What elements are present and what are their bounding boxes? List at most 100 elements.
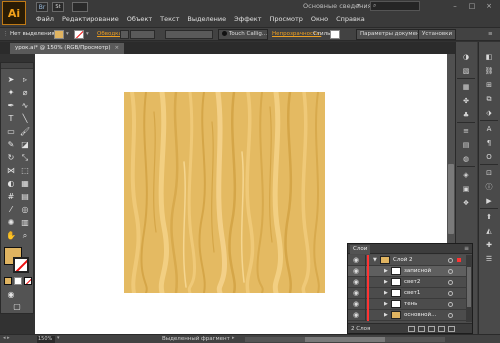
magic-wand-tool-icon[interactable]: ✦ [5, 88, 17, 98]
target-circle-icon[interactable] [448, 280, 453, 285]
eyedropper-tool-icon[interactable]: ⁄ [5, 205, 17, 215]
chevron-down-icon[interactable]: ▾ [86, 30, 89, 39]
layer-row[interactable]: ◉ ▶ записной [348, 266, 466, 277]
status-arrows-icon[interactable]: ◂ ▸ [3, 335, 10, 341]
workspace-switcher[interactable]: Основные сведения [303, 2, 371, 10]
curvature-tool-icon[interactable]: ∿ [19, 101, 31, 111]
hand-tool-icon[interactable]: ✋ [5, 231, 17, 241]
image-trace-icon[interactable]: ◭ [483, 226, 495, 236]
chevron-down-icon[interactable]: ▾ [66, 30, 69, 39]
asset-export-icon[interactable]: ⬆ [483, 212, 495, 222]
artboards-panel-icon[interactable]: ◧ [483, 52, 495, 62]
layer-name[interactable]: тень [404, 299, 417, 310]
layer-name[interactable]: записной [404, 266, 431, 277]
menu-type[interactable]: Текст [156, 14, 183, 25]
symbol-sprayer-tool-icon[interactable]: ✺ [5, 218, 17, 228]
clipping-mask-icon[interactable] [418, 326, 425, 332]
new-sublayer-icon[interactable] [428, 326, 435, 332]
stroke-swatch[interactable] [13, 257, 29, 273]
selection-indicator[interactable] [457, 258, 461, 262]
pathfinder-panel-icon[interactable]: ⧉ [483, 94, 495, 104]
wood-texture-artwork[interactable] [124, 92, 325, 293]
target-circle-icon[interactable] [448, 291, 453, 296]
minimize-button[interactable]: – [448, 2, 462, 11]
menu-edit[interactable]: Редактирование [58, 14, 123, 25]
panel-grip[interactable] [1, 63, 33, 69]
character-panel-icon[interactable]: A [483, 124, 495, 134]
status-current-tool[interactable]: Выделенный фрагмент [162, 336, 230, 343]
rotate-tool-icon[interactable]: ↻ [5, 153, 17, 163]
brush-definition-dropdown[interactable]: Touch Callig... [218, 29, 268, 40]
stroke-weight-stepper[interactable] [120, 30, 129, 39]
visibility-eye-icon[interactable]: ◉ [353, 300, 359, 309]
visibility-eye-icon[interactable]: ◉ [353, 278, 359, 287]
expand-triangle-icon[interactable]: ▶ [384, 299, 388, 310]
type-tool-icon[interactable]: T [5, 114, 17, 124]
panel-menu-icon[interactable]: ≡ [464, 244, 469, 254]
visibility-eye-icon[interactable]: ◉ [353, 256, 359, 265]
width-tool-icon[interactable]: ⋈ [5, 166, 17, 176]
lasso-tool-icon[interactable]: ⌀ [19, 88, 31, 98]
scale-tool-icon[interactable]: ⤡ [19, 153, 31, 163]
layer-row[interactable]: ◉ ▶ свет2 [348, 277, 466, 288]
perspective-grid-tool-icon[interactable]: ▦ [19, 179, 31, 189]
eraser-tool-icon[interactable]: ◪ [19, 140, 31, 150]
layer-row[interactable]: ◉ ▶ тень [348, 299, 466, 310]
mesh-tool-icon[interactable]: # [5, 192, 17, 202]
target-circle-icon[interactable] [448, 302, 453, 307]
preferences-button[interactable]: Установки [418, 29, 457, 40]
color-panel-icon[interactable]: ◑ [460, 52, 472, 62]
scrollbar-thumb[interactable] [448, 164, 454, 234]
stroke-color-swatch[interactable] [74, 30, 84, 39]
target-circle-icon[interactable] [448, 269, 453, 274]
actions-panel-icon[interactable]: ▶ [483, 196, 495, 206]
css-properties-icon[interactable]: ✚ [483, 240, 495, 250]
chevron-down-icon[interactable]: ▾ [57, 335, 60, 341]
expand-triangle-icon[interactable]: ▶ [384, 310, 388, 321]
pen-tool-icon[interactable]: ✒ [5, 101, 17, 111]
zoom-tool-icon[interactable]: ⌕ [19, 231, 31, 241]
layers-panel-icon[interactable]: ❖ [460, 198, 472, 208]
menu-select[interactable]: Выделение [183, 14, 230, 25]
maximize-button[interactable]: □ [465, 2, 479, 11]
menu-file[interactable]: Файл [32, 14, 58, 25]
chevron-down-icon[interactable]: ▾ [357, 2, 360, 9]
horizontal-scrollbar[interactable] [245, 337, 445, 342]
search-input[interactable]: ⌕ [370, 1, 420, 11]
stack-layers-icon[interactable]: ☰ [483, 254, 495, 264]
arrange-documents-icon[interactable] [72, 2, 88, 12]
links-panel-icon[interactable]: ⛓ [483, 66, 495, 76]
menu-effect[interactable]: Эффект [230, 14, 265, 25]
direct-selection-tool-icon[interactable]: ▹ [19, 75, 31, 85]
shape-builder-tool-icon[interactable]: ◐ [5, 179, 17, 189]
color-mode-icon[interactable] [4, 277, 12, 285]
pencil-tool-icon[interactable]: ✎ [5, 140, 17, 150]
layers-tab[interactable]: Слои [350, 245, 371, 254]
column-graph-tool-icon[interactable]: ▥ [19, 218, 31, 228]
paragraph-panel-icon[interactable]: ¶ [483, 138, 495, 148]
navigator-panel-icon[interactable]: ⊡ [483, 168, 495, 178]
layer-name[interactable]: Слой 2 [393, 255, 413, 266]
free-transform-tool-icon[interactable]: ⬚ [19, 166, 31, 176]
paintbrush-tool-icon[interactable]: 🖌 [19, 127, 31, 137]
delete-layer-icon[interactable] [448, 326, 455, 332]
gradient-mode-icon[interactable] [14, 277, 22, 285]
expand-triangle-icon[interactable]: ▶ [384, 288, 388, 299]
menu-window[interactable]: Окно [307, 14, 332, 25]
stroke-panel-icon[interactable]: ≡ [460, 126, 472, 136]
menu-icon[interactable]: ≡ [488, 30, 493, 39]
expand-triangle-icon[interactable]: ▼ [373, 255, 377, 266]
close-window-button[interactable]: × [482, 2, 496, 11]
zoom-level-field[interactable]: 150% [37, 336, 55, 343]
visibility-eye-icon[interactable]: ◉ [353, 289, 359, 298]
close-icon[interactable]: × [115, 45, 120, 51]
blend-tool-icon[interactable]: ◎ [19, 205, 31, 215]
gradient-panel-icon[interactable]: ▤ [460, 140, 472, 150]
layer-row[interactable]: ◉ ▶ свет1 [348, 288, 466, 299]
align-panel-icon[interactable]: ⊞ [483, 80, 495, 90]
layer-row[interactable]: ◉ ▼ Слой 2 [348, 255, 466, 266]
target-circle-icon[interactable] [448, 313, 453, 318]
line-tool-icon[interactable]: ╲ [19, 114, 31, 124]
layer-row[interactable]: ◉ ▶ основной... [348, 310, 466, 321]
scrollbar-thumb[interactable] [305, 337, 385, 342]
